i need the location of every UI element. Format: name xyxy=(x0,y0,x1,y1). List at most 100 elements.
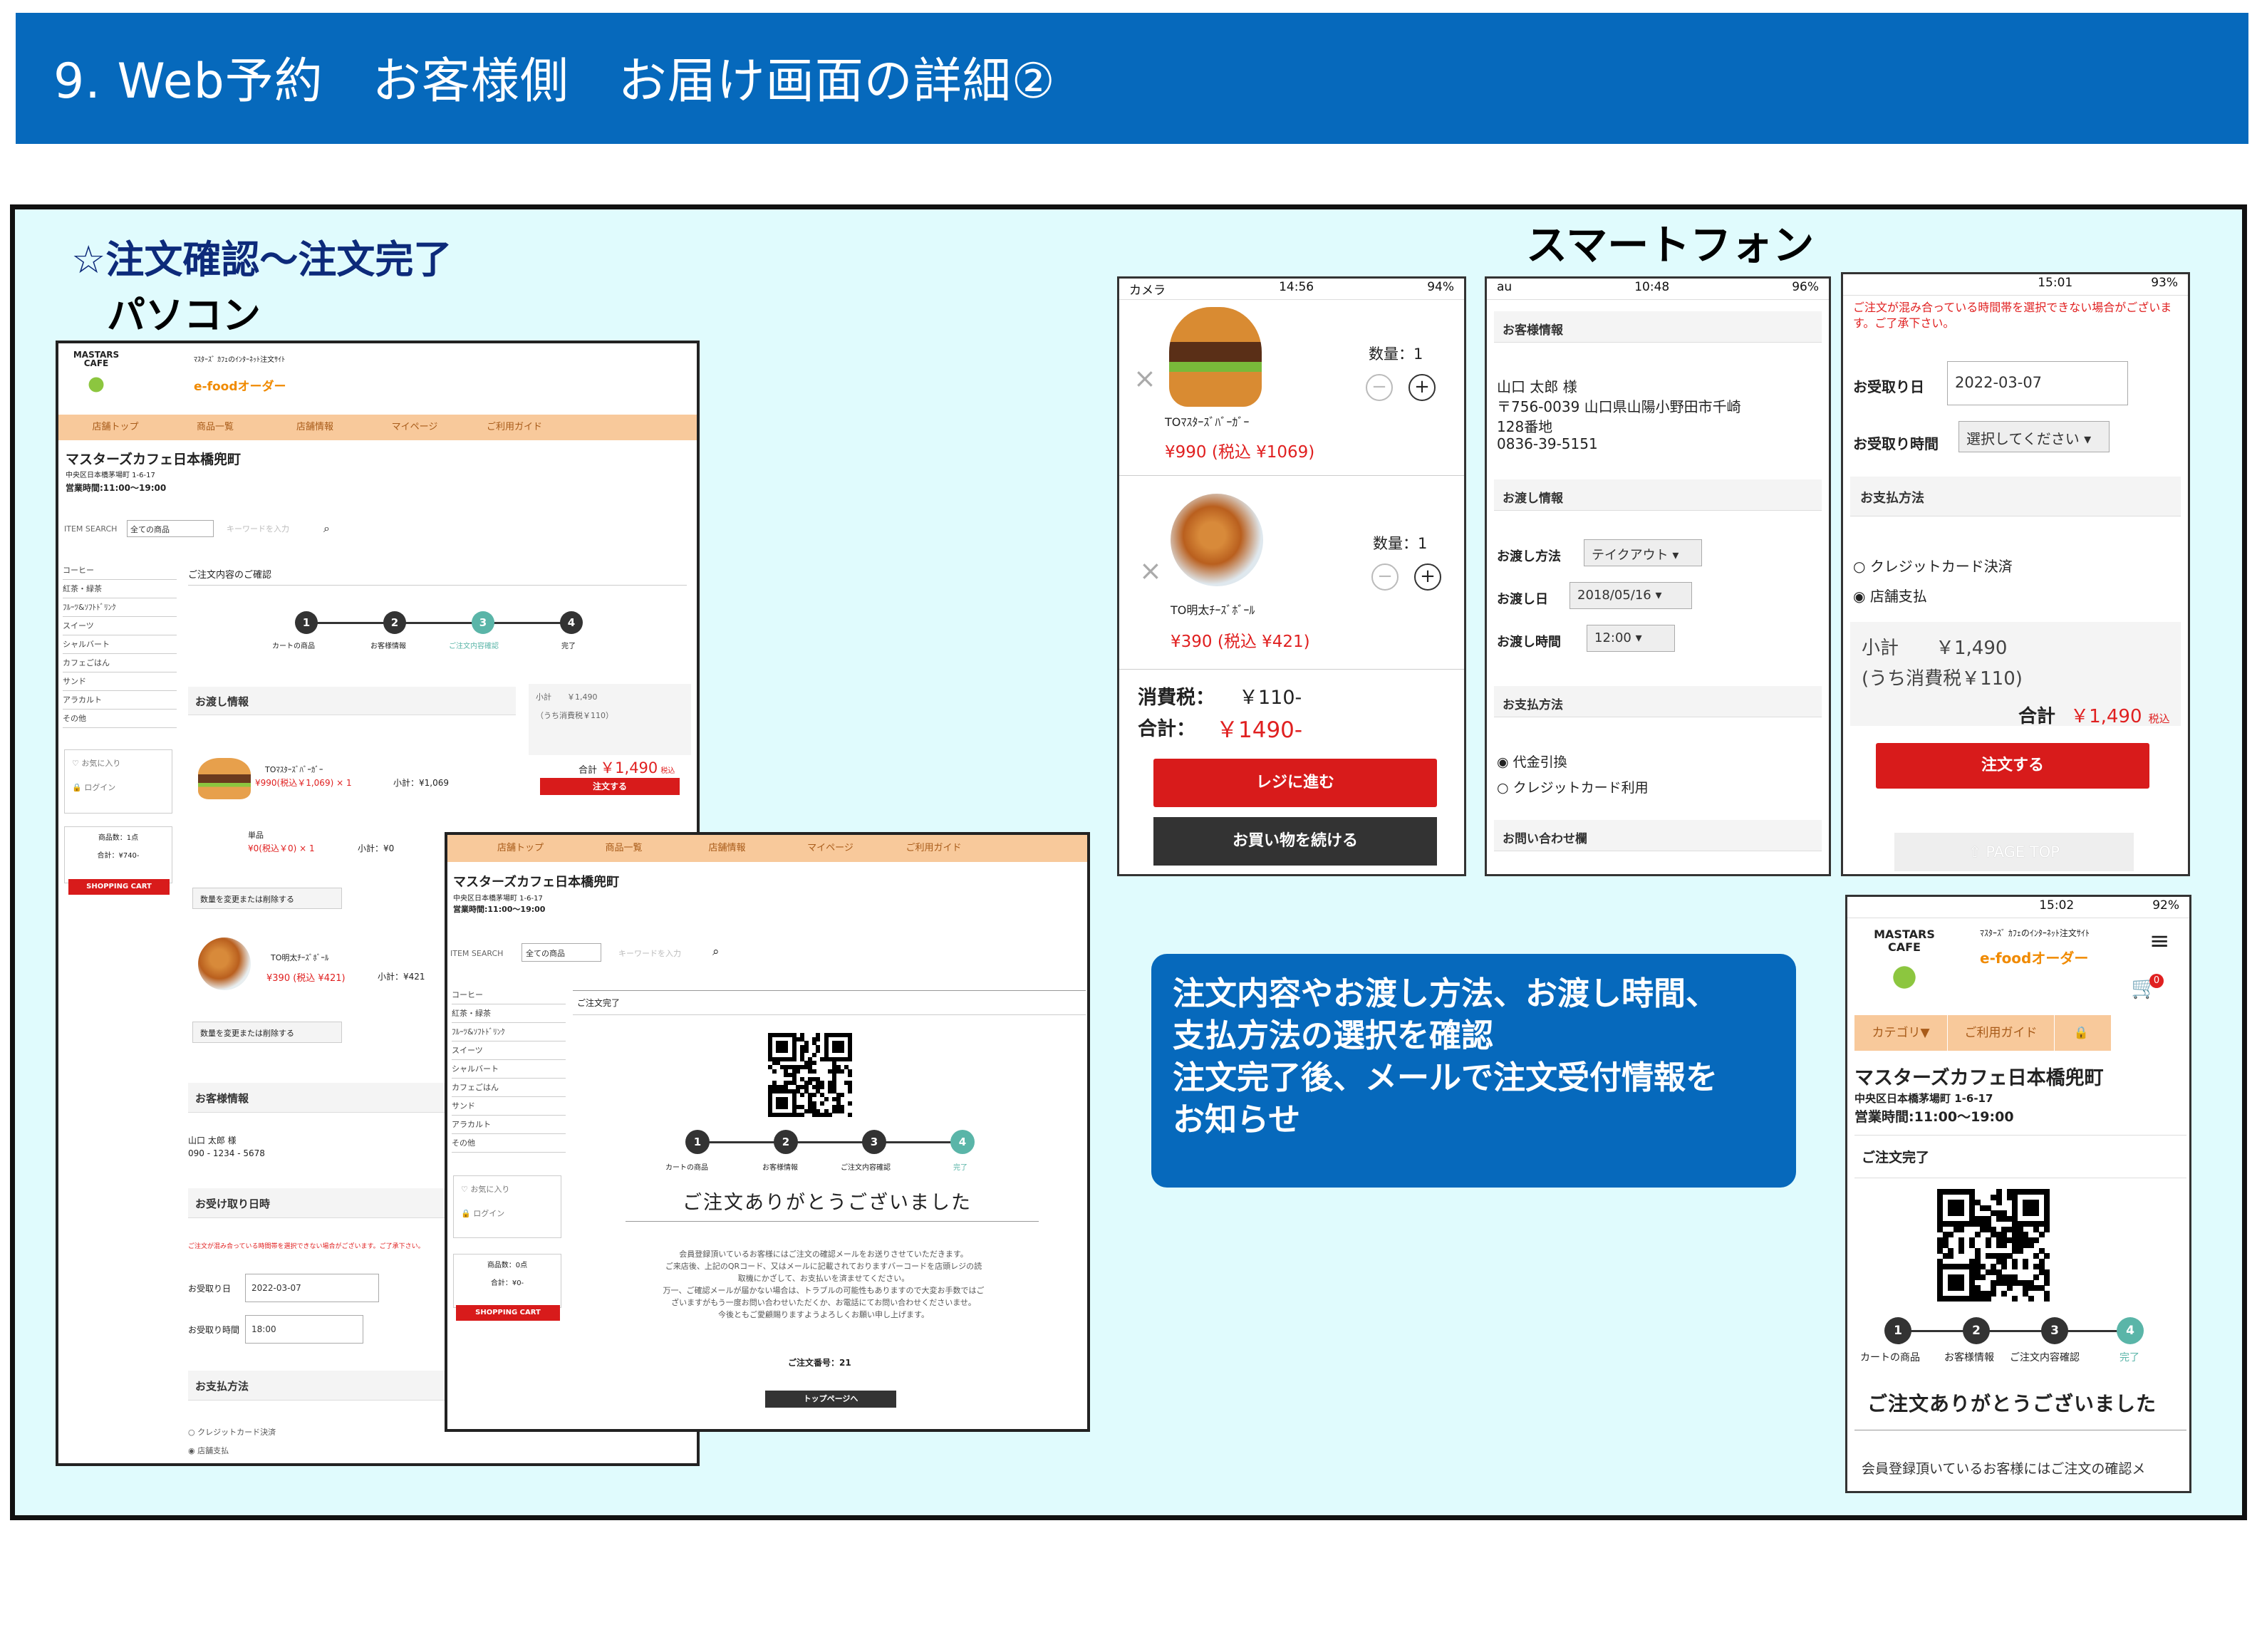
minus-button[interactable]: − xyxy=(1366,374,1393,401)
pickup-time-select[interactable]: 18:00 xyxy=(245,1315,363,1344)
minus-button[interactable]: − xyxy=(1371,563,1399,591)
order-button[interactable]: 注文する xyxy=(1876,743,2149,789)
burger-image xyxy=(198,758,251,799)
qr-code xyxy=(1937,1189,2050,1302)
category-list: コーヒー 紅茶・緑茶 ﾌﾙｰﾂ&ｿﾌﾄﾄﾞﾘﾝｸ スイーツ シャルバート カフェ… xyxy=(63,561,177,728)
search-icon[interactable]: ⌕ xyxy=(712,945,720,959)
nav-products[interactable]: 商品一覧 xyxy=(165,415,265,440)
plus-button[interactable]: + xyxy=(1414,563,1441,591)
login-link[interactable]: 🔒 ログイン xyxy=(461,1207,554,1219)
page-top-button[interactable]: ⇧ PAGE TOP xyxy=(1894,833,2134,871)
category-item[interactable]: サンド xyxy=(63,672,177,691)
checkout-button[interactable]: レジに進む xyxy=(1153,759,1437,807)
payment-option-credit[interactable]: ○ クレジットカード決済 xyxy=(1853,555,2013,576)
pickup-date-input[interactable]: 2022-03-07 xyxy=(245,1274,379,1302)
shopping-cart-button[interactable]: SHOPPING CART xyxy=(456,1305,560,1321)
lock-icon[interactable]: 🔒 xyxy=(2054,1015,2108,1051)
nav-guide[interactable]: ご利用ガイド xyxy=(465,415,564,440)
store-name: マスターズカフェ日本橋兜町 xyxy=(66,452,242,467)
remove-icon[interactable]: × xyxy=(1139,555,1162,586)
status-bar: カメラ 14:56 94% xyxy=(1119,279,1464,300)
store-address: 中央区日本橋茅場町 1-6-17 xyxy=(453,895,543,903)
done-title: ご注文完了 xyxy=(1854,1135,2186,1178)
nav-products[interactable]: 商品一覧 xyxy=(572,835,675,862)
payment-option-store[interactable]: ◉ 店舗支払 xyxy=(1853,585,1927,606)
item0-price: ¥0(税込￥0) × 1 xyxy=(248,843,315,853)
category-item[interactable]: コーヒー xyxy=(452,986,566,1004)
payment-option-store[interactable]: ◉ 店舗支払 xyxy=(188,1445,229,1456)
nav-mypage[interactable]: マイページ xyxy=(365,415,465,440)
search-icon[interactable]: ⌕ xyxy=(323,521,330,536)
plus-button[interactable]: + xyxy=(1408,374,1436,401)
category-item[interactable]: サンド xyxy=(452,1097,566,1116)
total-value: ￥1490- xyxy=(1216,717,1303,743)
cart-badge: 0 xyxy=(2149,974,2164,988)
category-item[interactable]: アラカルト xyxy=(452,1116,566,1134)
search-category-select[interactable]: 全ての商品 xyxy=(522,943,601,962)
payment-option-credit[interactable]: ○ クレジットカード決済 xyxy=(188,1426,276,1438)
item2-subtotal: 小計：¥421 xyxy=(378,972,425,982)
tab-category[interactable]: カテゴリ▼ xyxy=(1854,1015,1947,1051)
favorite-link[interactable]: ♡ お気に入り xyxy=(461,1183,554,1195)
cheese-ball-image xyxy=(198,937,251,990)
category-item[interactable]: カフェごはん xyxy=(452,1079,566,1097)
nav-guide[interactable]: ご利用ガイド xyxy=(882,835,985,862)
date-select[interactable]: 2018/05/16 ▾ xyxy=(1569,582,1692,609)
item2-price: ¥390 (税込 ¥421) xyxy=(266,973,346,984)
continue-shopping-button[interactable]: お買い物を続ける xyxy=(1153,817,1437,866)
cart-total: 合計：¥0- xyxy=(490,1279,524,1287)
category-item[interactable]: アラカルト xyxy=(63,691,177,710)
category-item[interactable]: 紅茶・緑茶 xyxy=(452,1004,566,1023)
time-select[interactable]: 12:00 ▾ xyxy=(1587,625,1675,652)
method-select[interactable]: テイクアウト ▾ xyxy=(1584,539,1702,566)
step-4: 4 xyxy=(950,1130,975,1154)
step-label: お客様情報 xyxy=(762,1164,798,1172)
item1-name: TOﾏｽﾀｰｽﾞﾊﾞｰｶﾞｰ xyxy=(1165,415,1250,429)
category-item[interactable]: ﾌﾙｰﾂ&ｿﾌﾄﾄﾞﾘﾝｸ xyxy=(63,598,177,617)
nav-store-top[interactable]: 店舗トップ xyxy=(66,415,165,440)
sp-delivery-screenshot: au 10:48 96% お客様情報 山口 太郎 様 〒756-0039 山口県山陽… xyxy=(1485,276,1831,876)
category-item[interactable]: コーヒー xyxy=(63,561,177,580)
item0-name: 単品 xyxy=(248,831,264,840)
step-1: 1 xyxy=(295,611,318,634)
total-row: 合計 ￥1,490 税込 xyxy=(578,757,675,778)
order-button[interactable]: 注文する xyxy=(540,778,680,795)
login-link[interactable]: 🔒 ログイン xyxy=(72,781,165,793)
payment-option-credit[interactable]: ○ クレジットカード利用 xyxy=(1497,777,1649,796)
nav-store-info[interactable]: 店舗情報 xyxy=(675,835,779,862)
category-item[interactable]: その他 xyxy=(452,1134,566,1153)
category-item[interactable]: シャルバート xyxy=(452,1060,566,1079)
search-input[interactable]: キーワードを入力 xyxy=(227,523,312,534)
tab-bar: カテゴリ▼ ご利用ガイド 🔒 xyxy=(1854,1015,2111,1051)
category-item[interactable]: ﾌﾙｰﾂ&ｿﾌﾄﾄﾞﾘﾝｸ xyxy=(452,1023,566,1041)
menu-icon[interactable]: ≡ xyxy=(2149,927,2170,955)
remove-icon[interactable]: × xyxy=(1133,363,1156,394)
category-item[interactable]: カフェごはん xyxy=(63,654,177,672)
search-category-select[interactable]: 全ての商品 xyxy=(127,520,214,537)
payment-option-cod[interactable]: ◉ 代金引換 xyxy=(1497,752,1567,771)
change-quantity-button[interactable]: 数量を変更または削除する xyxy=(192,888,342,909)
search-input[interactable]: キーワードを入力 xyxy=(618,947,697,959)
category-item[interactable]: その他 xyxy=(63,710,177,728)
nav-mypage[interactable]: マイページ xyxy=(779,835,882,862)
category-item[interactable]: シャルバート xyxy=(63,635,177,654)
date-input[interactable]: 2022-03-07 xyxy=(1947,361,2128,405)
total-label: 合計 xyxy=(578,765,598,776)
tab-guide[interactable]: ご利用ガイド xyxy=(1947,1015,2054,1051)
nav-store-top[interactable]: 店舗トップ xyxy=(469,835,572,862)
delivery-title: お渡し情報 xyxy=(188,687,516,715)
leaf-logo-icon xyxy=(1885,958,1924,997)
step-line xyxy=(305,622,570,624)
mini-cart: 商品数：0点 合計：¥0- xyxy=(453,1254,561,1308)
favorite-link[interactable]: ♡ お気に入り xyxy=(72,757,165,769)
shopping-cart-button[interactable]: SHOPPING CART xyxy=(68,879,170,895)
time-select[interactable]: 選択してください ▾ xyxy=(1958,421,2110,452)
category-item[interactable]: スイーツ xyxy=(452,1041,566,1060)
top-page-button[interactable]: トップページへ xyxy=(765,1391,896,1408)
nav-store-info[interactable]: 店舗情報 xyxy=(265,415,365,440)
category-item[interactable]: 紅茶・緑茶 xyxy=(63,580,177,598)
mini-cart: 商品数：1点 合計：¥740- xyxy=(64,826,172,883)
item1-subtotal: 小計：¥1,069 xyxy=(393,778,449,788)
category-item[interactable]: スイーツ xyxy=(63,617,177,635)
change-quantity-button[interactable]: 数量を変更または削除する xyxy=(192,1022,342,1043)
